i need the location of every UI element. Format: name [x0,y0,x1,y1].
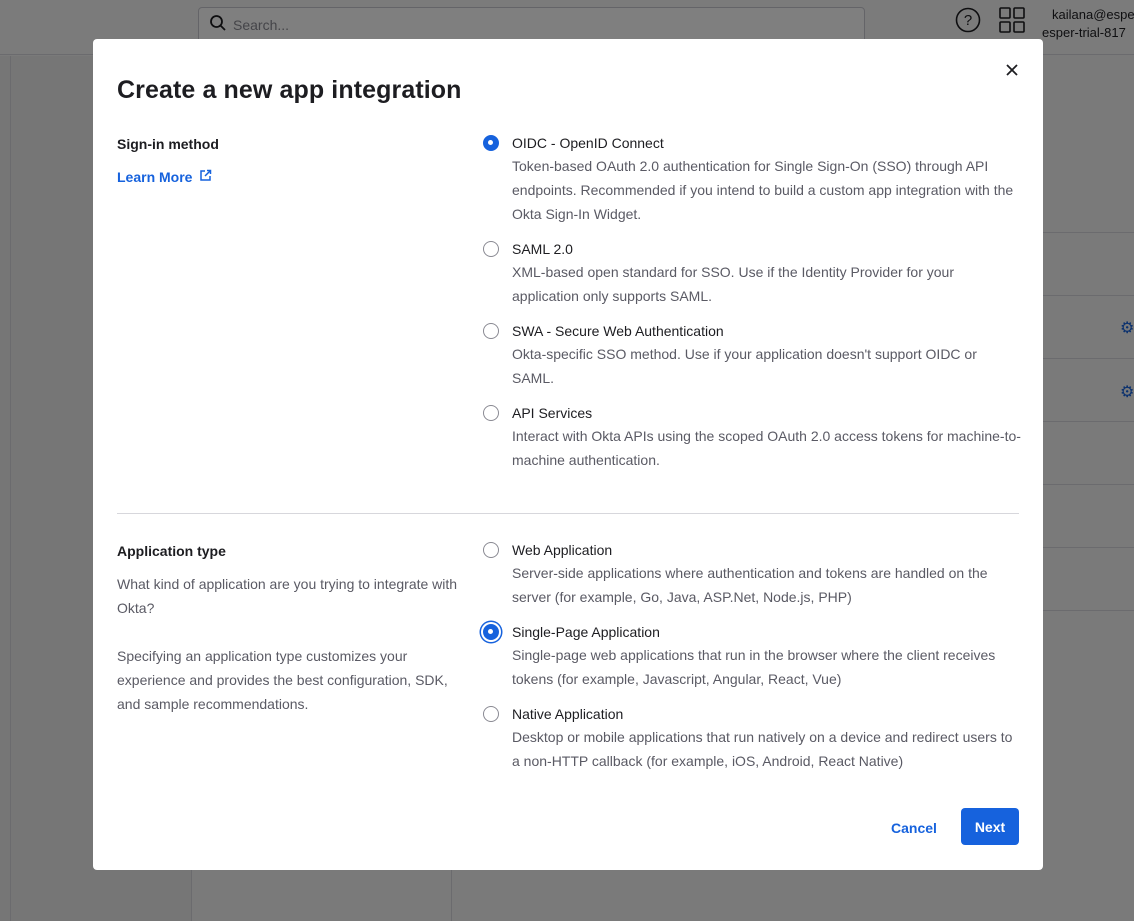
option-label: OIDC - OpenID Connect [512,135,664,151]
radio-button[interactable] [483,542,499,558]
option-description: Token-based OAuth 2.0 authentication for… [512,158,1014,222]
dialog-title: Create a new app integration [117,76,462,104]
learn-more-link[interactable]: Learn More [117,169,212,185]
external-link-icon [199,169,212,185]
option-description: Single-page web applications that run in… [512,647,996,687]
close-button[interactable] [1001,61,1023,83]
option-label: Native Application [512,706,624,722]
option-description: Okta-specific SSO method. Use if your ap… [512,346,977,386]
close-icon [1005,63,1019,82]
radio-button[interactable] [483,241,499,257]
radio-button[interactable] [483,323,499,339]
sign-in-method-label: Sign-in method [117,136,219,152]
cancel-button[interactable]: Cancel [883,810,945,846]
option-label: Web Application [512,542,613,558]
create-app-integration-dialog: Create a new app integration Sign-in met… [93,39,1043,870]
option-description: Server-side applications where authentic… [512,565,988,605]
radio-button[interactable] [483,135,499,151]
next-button[interactable]: Next [961,808,1019,845]
option-label: SWA - Secure Web Authentication [512,323,724,339]
option-description: Interact with Okta APIs using the scoped… [512,428,1021,468]
section-divider [117,513,1019,514]
learn-more-text: Learn More [117,169,193,185]
option-label: SAML 2.0 [512,241,573,257]
option-label: API Services [512,405,593,421]
radio-button[interactable] [483,624,499,640]
radio-button[interactable] [483,706,499,722]
option-description: Desktop or mobile applications that run … [512,729,1013,769]
radio-button[interactable] [483,405,499,421]
option-label: Single-Page Application [512,624,660,640]
application-type-help: Specifying an application type customize… [117,648,448,712]
application-type-label: Application type [117,543,226,559]
option-description: XML-based open standard for SSO. Use if … [512,264,954,304]
application-type-question: What kind of application are you trying … [117,576,458,616]
